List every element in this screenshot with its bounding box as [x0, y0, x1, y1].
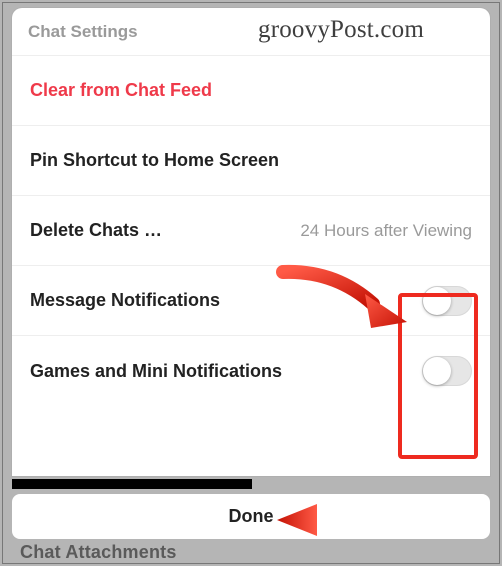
games-mini-notifications-toggle[interactable]	[422, 356, 472, 386]
toggle-knob	[423, 357, 451, 385]
row-games-mini-notifications: Games and Mini Notifications	[12, 336, 490, 406]
sheet-header: Chat Settings	[12, 8, 490, 56]
under-sheet-area: Done Chat Attachments	[12, 476, 490, 558]
row-message-notifications: Message Notifications	[12, 266, 490, 336]
row-label: Message Notifications	[30, 290, 422, 311]
row-label: Games and Mini Notifications	[30, 361, 422, 382]
obscured-row-label: Chat Attachments	[20, 542, 177, 563]
row-value: 24 Hours after Viewing	[300, 221, 472, 241]
row-delete-chats[interactable]: Delete Chats … 24 Hours after Viewing	[12, 196, 490, 266]
redaction-bar	[12, 479, 252, 489]
toggle-knob	[423, 287, 451, 315]
message-notifications-toggle[interactable]	[422, 286, 472, 316]
done-label: Done	[229, 506, 274, 527]
settings-sheet: Chat Settings Clear from Chat Feed Pin S…	[12, 8, 490, 476]
sheet-title: Chat Settings	[28, 22, 138, 42]
row-pin-shortcut[interactable]: Pin Shortcut to Home Screen	[12, 126, 490, 196]
row-label: Pin Shortcut to Home Screen	[30, 150, 472, 171]
row-label: Clear from Chat Feed	[30, 80, 472, 101]
done-button[interactable]: Done	[12, 494, 490, 539]
row-label: Delete Chats …	[30, 220, 300, 241]
row-clear-from-chat-feed[interactable]: Clear from Chat Feed	[12, 56, 490, 126]
